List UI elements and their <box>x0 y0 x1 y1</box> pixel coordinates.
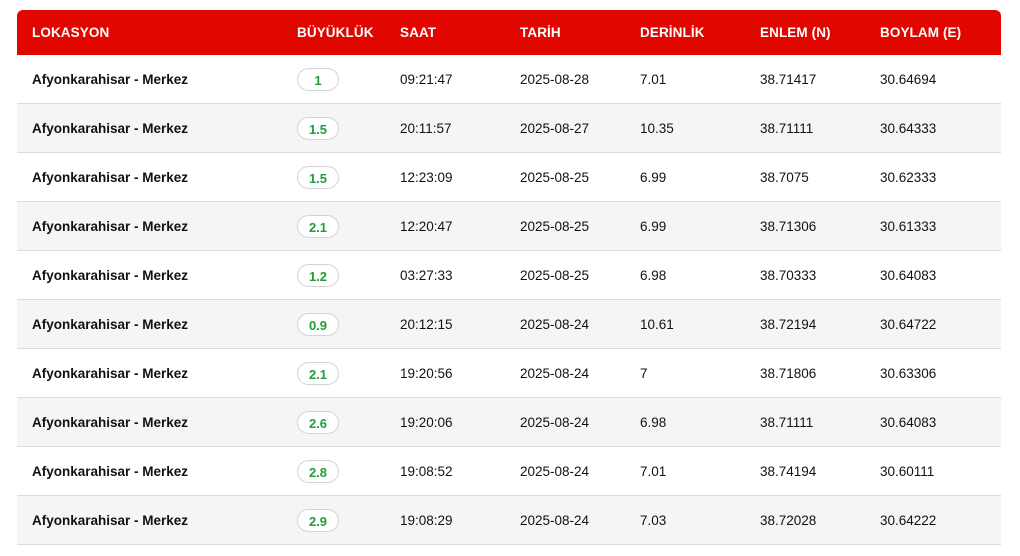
depth-cell: 7 <box>640 365 648 381</box>
table-row[interactable]: Afyonkarahisar - Merkez 1.5 12:23:09 202… <box>17 153 1001 202</box>
header-date[interactable]: TARİH <box>520 25 640 40</box>
date-cell: 2025-08-25 <box>520 169 590 185</box>
longitude-cell: 30.64083 <box>880 414 937 430</box>
date-cell: 2025-08-24 <box>520 365 590 381</box>
depth-cell: 6.99 <box>640 169 667 185</box>
longitude-cell: 30.63306 <box>880 365 937 381</box>
depth-cell: 6.98 <box>640 414 667 430</box>
location-cell: Afyonkarahisar - Merkez <box>32 463 189 479</box>
latitude-cell: 38.72028 <box>760 512 817 528</box>
magnitude-cell: 2.6 <box>280 410 400 434</box>
magnitude-badge: 1.5 <box>297 165 339 189</box>
header-depth[interactable]: DERİNLİK <box>640 25 760 40</box>
magnitude-badge: 2.1 <box>297 361 339 385</box>
location-cell: Afyonkarahisar - Merkez <box>32 414 189 430</box>
longitude-cell: 30.60111 <box>880 463 935 479</box>
table-row[interactable]: Afyonkarahisar - Merkez 2.8 19:08:52 202… <box>17 447 1001 496</box>
time-cell: 03:27:33 <box>400 267 453 283</box>
magnitude-badge: 1 <box>297 67 339 91</box>
latitude-cell: 38.71806 <box>760 365 817 381</box>
magnitude-cell: 2.8 <box>280 459 400 483</box>
date-cell: 2025-08-24 <box>520 414 590 430</box>
depth-cell: 7.01 <box>640 71 667 87</box>
magnitude-badge: 2.8 <box>297 459 339 483</box>
magnitude-cell: 1.2 <box>280 263 400 287</box>
table-row[interactable]: Afyonkarahisar - Merkez 2.1 19:20:56 202… <box>17 349 1001 398</box>
table-row[interactable]: Afyonkarahisar - Merkez 2.9 19:08:29 202… <box>17 496 1001 545</box>
longitude-cell: 30.64083 <box>880 267 937 283</box>
time-cell: 19:20:06 <box>400 414 453 430</box>
date-cell: 2025-08-24 <box>520 463 590 479</box>
depth-cell: 7.01 <box>640 463 667 479</box>
depth-cell: 10.61 <box>640 316 674 332</box>
location-cell: Afyonkarahisar - Merkez <box>32 365 189 381</box>
magnitude-badge: 2.9 <box>297 508 339 532</box>
date-cell: 2025-08-28 <box>520 71 590 87</box>
table-row[interactable]: Afyonkarahisar - Merkez 0.9 20:12:15 202… <box>17 300 1001 349</box>
time-cell: 12:23:09 <box>400 169 453 185</box>
table-row[interactable]: Afyonkarahisar - Merkez 1 09:21:47 2025-… <box>17 55 1001 104</box>
longitude-cell: 30.62333 <box>880 169 937 185</box>
depth-cell: 7.03 <box>640 512 667 528</box>
depth-cell: 6.98 <box>640 267 667 283</box>
table-header: LOKASYON BÜYÜKLÜK SAAT TARİH DERİNLİK EN… <box>17 10 1001 55</box>
date-cell: 2025-08-24 <box>520 316 590 332</box>
time-cell: 19:08:29 <box>400 512 453 528</box>
header-longitude[interactable]: BOYLAM (E) <box>880 25 1001 40</box>
location-cell: Afyonkarahisar - Merkez <box>32 218 189 234</box>
latitude-cell: 38.7075 <box>760 169 809 185</box>
header-time[interactable]: SAAT <box>400 25 520 40</box>
table-row[interactable]: Afyonkarahisar - Merkez 2.6 19:20:06 202… <box>17 398 1001 447</box>
table-row[interactable]: Afyonkarahisar - Merkez 1.5 20:11:57 202… <box>17 104 1001 153</box>
location-cell: Afyonkarahisar - Merkez <box>32 169 189 185</box>
magnitude-cell: 2.1 <box>280 361 400 385</box>
longitude-cell: 30.64333 <box>880 120 937 136</box>
magnitude-badge: 2.1 <box>297 214 339 238</box>
longitude-cell: 30.61333 <box>880 218 937 234</box>
magnitude-badge: 2.6 <box>297 410 339 434</box>
earthquake-table: LOKASYON BÜYÜKLÜK SAAT TARİH DERİNLİK EN… <box>17 10 1001 545</box>
latitude-cell: 38.71111 <box>760 414 814 430</box>
time-cell: 19:20:56 <box>400 365 453 381</box>
magnitude-badge: 1.2 <box>297 263 339 287</box>
latitude-cell: 38.71417 <box>760 71 817 87</box>
magnitude-badge: 1.5 <box>297 116 339 140</box>
location-cell: Afyonkarahisar - Merkez <box>32 267 189 283</box>
latitude-cell: 38.71306 <box>760 218 817 234</box>
latitude-cell: 38.71111 <box>760 120 814 136</box>
magnitude-cell: 1.5 <box>280 116 400 140</box>
longitude-cell: 30.64222 <box>880 512 937 528</box>
time-cell: 12:20:47 <box>400 218 453 234</box>
time-cell: 19:08:52 <box>400 463 453 479</box>
magnitude-cell: 2.9 <box>280 508 400 532</box>
location-cell: Afyonkarahisar - Merkez <box>32 316 189 332</box>
longitude-cell: 30.64722 <box>880 316 937 332</box>
header-location[interactable]: LOKASYON <box>17 25 280 40</box>
time-cell: 20:12:15 <box>400 316 453 332</box>
depth-cell: 10.35 <box>640 120 674 136</box>
magnitude-cell: 0.9 <box>280 312 400 336</box>
date-cell: 2025-08-24 <box>520 512 590 528</box>
location-cell: Afyonkarahisar - Merkez <box>32 120 189 136</box>
date-cell: 2025-08-25 <box>520 218 590 234</box>
magnitude-badge: 0.9 <box>297 312 339 336</box>
latitude-cell: 38.70333 <box>760 267 817 283</box>
header-latitude[interactable]: ENLEM (N) <box>760 25 880 40</box>
location-cell: Afyonkarahisar - Merkez <box>32 71 189 87</box>
date-cell: 2025-08-25 <box>520 267 590 283</box>
magnitude-cell: 2.1 <box>280 214 400 238</box>
latitude-cell: 38.74194 <box>760 463 817 479</box>
depth-cell: 6.99 <box>640 218 667 234</box>
magnitude-cell: 1 <box>280 67 400 91</box>
latitude-cell: 38.72194 <box>760 316 817 332</box>
longitude-cell: 30.64694 <box>880 71 937 87</box>
table-row[interactable]: Afyonkarahisar - Merkez 2.1 12:20:47 202… <box>17 202 1001 251</box>
table-row[interactable]: Afyonkarahisar - Merkez 1.2 03:27:33 202… <box>17 251 1001 300</box>
magnitude-cell: 1.5 <box>280 165 400 189</box>
header-magnitude[interactable]: BÜYÜKLÜK <box>280 25 400 40</box>
time-cell: 20:11:57 <box>400 120 452 136</box>
date-cell: 2025-08-27 <box>520 120 590 136</box>
location-cell: Afyonkarahisar - Merkez <box>32 512 189 528</box>
time-cell: 09:21:47 <box>400 71 453 87</box>
